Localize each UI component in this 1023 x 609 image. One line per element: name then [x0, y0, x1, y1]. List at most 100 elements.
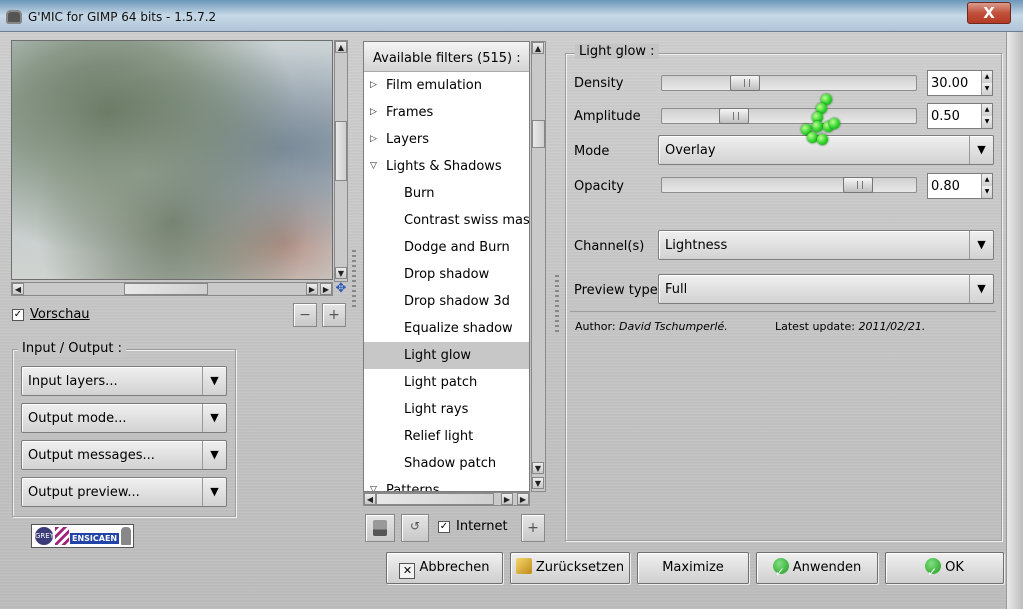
filter-item[interactable]: Light patch: [364, 369, 529, 396]
spin-down-arrow[interactable]: ▼: [981, 116, 992, 128]
filter-item[interactable]: Shadow patch: [364, 450, 529, 477]
filter-item[interactable]: Burn: [364, 180, 529, 207]
filter-item[interactable]: Drop shadow 3d: [364, 288, 529, 315]
filter-item[interactable]: Light glow: [364, 342, 529, 369]
close-button[interactable]: X: [967, 2, 1011, 24]
zoom-in-button[interactable]: +: [322, 303, 346, 327]
scroll-thumb[interactable]: [124, 283, 208, 295]
scroll-right-arrow[interactable]: ▶: [306, 283, 318, 295]
scroll-thumb[interactable]: [376, 493, 494, 505]
expanded-arrow-icon[interactable]: ▽: [370, 477, 377, 491]
filter-label: Contrast swiss mask: [404, 213, 530, 228]
filter-category[interactable]: ▷ Frames: [364, 99, 529, 126]
input-layers-combo[interactable]: Input layers... ▼: [21, 366, 227, 396]
filter-label: Light patch: [404, 375, 478, 390]
filter-item[interactable]: Equalize shadow: [364, 315, 529, 342]
spin-up-arrow[interactable]: ▲: [981, 71, 992, 83]
internet-checkbox[interactable]: ✓: [438, 521, 450, 533]
filter-tree[interactable]: Available filters (515) : ▷ Film emulatio…: [363, 41, 530, 492]
filter-hscrollbar[interactable]: ◀ ▶: [363, 492, 530, 506]
preview-hscrollbar[interactable]: ◀ ▶: [11, 282, 333, 296]
output-messages-combo[interactable]: Output messages... ▼: [21, 440, 227, 470]
opacity-spinbox[interactable]: 0.80 ▲ ▼: [927, 173, 993, 199]
author-name: David Tschumperlé.: [619, 320, 728, 333]
refresh-button[interactable]: ↺: [401, 514, 429, 542]
spin-value[interactable]: 0.50: [931, 109, 960, 124]
reset-button[interactable]: Zurücksetzen: [510, 552, 630, 584]
channels-combo[interactable]: Lightness ▼: [658, 230, 994, 260]
author-prefix: Author:: [575, 320, 616, 333]
download-icon: [373, 520, 387, 536]
ok-button[interactable]: OK: [885, 552, 1004, 587]
scroll-down-arrow[interactable]: ▼: [532, 462, 544, 474]
amplitude-slider[interactable]: [661, 108, 917, 124]
filter-item[interactable]: Drop shadow: [364, 261, 529, 288]
apply-button[interactable]: Anwenden: [756, 552, 878, 587]
slider-knob[interactable]: [843, 177, 873, 193]
combo-text: Overlay: [665, 143, 716, 158]
filter-item[interactable]: Light rays: [364, 396, 529, 423]
maximize-button[interactable]: Maximize: [637, 552, 749, 584]
spin-down-arrow[interactable]: ▼: [981, 83, 992, 95]
check-icon: [772, 557, 789, 587]
scroll-down-arrow[interactable]: ▼: [532, 477, 544, 489]
output-preview-combo[interactable]: Output preview... ▼: [21, 477, 227, 507]
preview-checkbox[interactable]: ✓: [12, 309, 24, 321]
filter-item[interactable]: Contrast swiss mask: [364, 207, 529, 234]
output-mode-combo[interactable]: Output mode... ▼: [21, 403, 227, 433]
scroll-thumb[interactable]: [335, 121, 347, 181]
scroll-up-arrow[interactable]: ▲: [335, 41, 347, 53]
filter-category[interactable]: ▷ Layers: [364, 126, 529, 153]
filter-item[interactable]: Relief light: [364, 423, 529, 450]
density-slider[interactable]: [661, 75, 917, 91]
scroll-left-arrow[interactable]: ◀: [12, 283, 24, 295]
scroll-down-arrow[interactable]: ▼: [335, 267, 347, 279]
amplitude-spinbox[interactable]: 0.50 ▲ ▼: [927, 103, 993, 129]
collapsed-arrow-icon[interactable]: ▷: [370, 126, 377, 153]
collapsed-arrow-icon[interactable]: ▷: [370, 99, 377, 126]
density-spinbox[interactable]: 30.00 ▲ ▼: [927, 70, 993, 96]
filter-item[interactable]: Dodge and Burn: [364, 234, 529, 261]
update-prefix: Latest update:: [775, 320, 855, 333]
scroll-right-arrow[interactable]: ▶: [501, 493, 513, 505]
filter-list-header[interactable]: Available filters (515) :: [364, 42, 529, 72]
preview-vscrollbar[interactable]: ▲ ▼: [334, 40, 348, 282]
filter-category[interactable]: ▽ Patterns: [364, 477, 529, 491]
spin-down-arrow[interactable]: ▼: [981, 186, 992, 198]
zoom-out-button[interactable]: −: [293, 303, 317, 327]
separator: [570, 311, 996, 312]
spin-up-arrow[interactable]: ▲: [981, 174, 992, 186]
slider-knob[interactable]: [719, 108, 749, 124]
update-filters-button[interactable]: [365, 514, 395, 542]
splitter-handle[interactable]: [352, 250, 356, 310]
filter-category[interactable]: ▽ Lights & Shadows: [364, 153, 529, 180]
filter-label: Relief light: [404, 429, 474, 444]
amplitude-label: Amplitude: [574, 109, 641, 124]
filter-category[interactable]: ▷ Film emulation: [364, 72, 529, 99]
opacity-slider[interactable]: [661, 177, 917, 193]
mode-label: Mode: [574, 144, 610, 159]
filter-vscrollbar[interactable]: ▲ ▼ ▼: [531, 41, 546, 492]
scroll-up-arrow[interactable]: ▲: [532, 42, 544, 54]
spin-value[interactable]: 30.00: [931, 76, 968, 91]
spin-up-arrow[interactable]: ▲: [981, 104, 992, 116]
combo-text: Output preview...: [28, 485, 140, 500]
filter-label: Frames: [386, 105, 434, 120]
preview-type-combo[interactable]: Full ▼: [658, 274, 994, 304]
scroll-thumb[interactable]: [532, 120, 545, 148]
slider-knob[interactable]: [730, 75, 760, 91]
scroll-right-arrow[interactable]: ▶: [320, 283, 332, 295]
scroll-right-arrow[interactable]: ▶: [517, 493, 529, 505]
greyc-badge: GREYC: [35, 527, 59, 545]
cancel-button[interactable]: ✕ Abbrechen: [386, 552, 503, 584]
refresh-icon: ↺: [409, 519, 421, 533]
spin-value[interactable]: 0.80: [931, 179, 960, 194]
author-info: Author: David Tschumperlé.: [575, 320, 728, 333]
move-icon[interactable]: ✥: [334, 282, 348, 296]
expanded-arrow-icon[interactable]: ▽: [370, 153, 377, 180]
scroll-left-arrow[interactable]: ◀: [364, 493, 376, 505]
collapsed-arrow-icon[interactable]: ▷: [370, 72, 377, 99]
add-filter-button[interactable]: +: [521, 514, 545, 542]
splitter-handle[interactable]: [555, 275, 559, 335]
preview-image[interactable]: [11, 40, 333, 280]
